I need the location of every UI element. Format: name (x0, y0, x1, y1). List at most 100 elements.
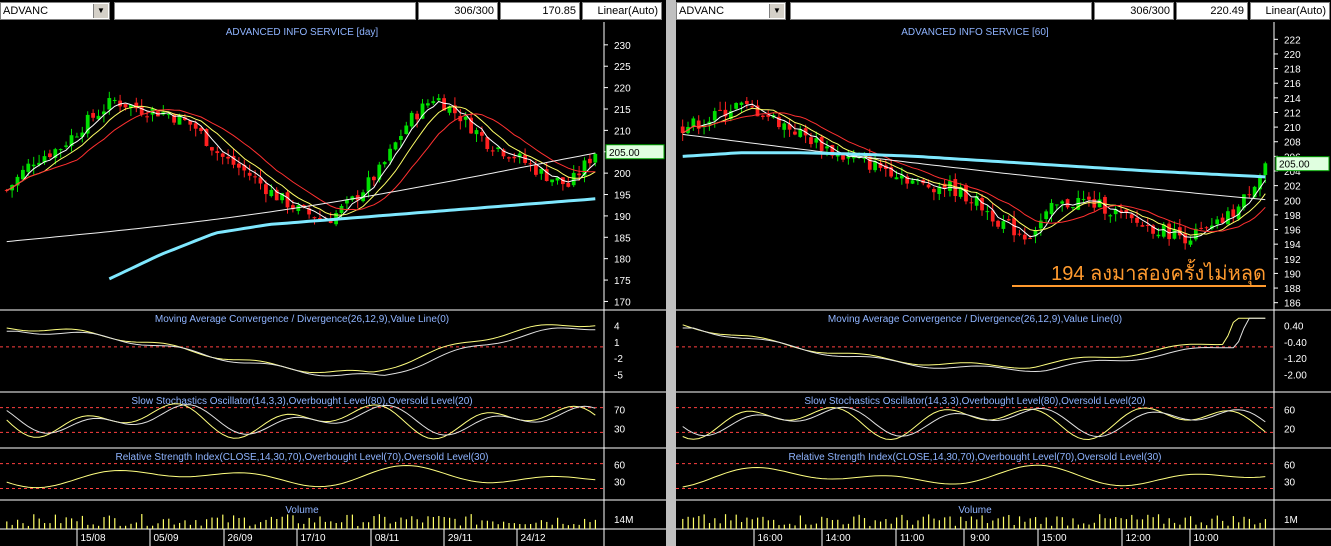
volume-bar (130, 523, 132, 529)
volume-bar (146, 525, 148, 529)
candle-body (431, 101, 436, 104)
volume-bar (1179, 524, 1181, 529)
macd-tick-label: -2 (614, 354, 623, 365)
volume-bar (981, 515, 983, 529)
candle-body (409, 112, 414, 127)
candle-body (980, 197, 984, 211)
right-symbol-select[interactable]: ADVANC ▼ (676, 2, 786, 20)
candle-body (1231, 209, 1236, 217)
left-chart-panel: ADVANC ▼ 306/300 170.85 Linear(Auto) ADVA… (0, 0, 666, 546)
candle-body (577, 173, 581, 176)
left-symbol-select[interactable]: ADVANC ▼ (0, 2, 110, 20)
volume-bar (303, 523, 305, 529)
candle-body (415, 113, 419, 120)
volume-bar (1189, 516, 1192, 529)
volume-bar (1216, 515, 1218, 529)
candle-body (31, 164, 36, 167)
candle-body (1204, 227, 1209, 229)
volume-bar (508, 522, 510, 529)
price-tick-label: 210 (614, 126, 631, 137)
volume-bar (1072, 518, 1074, 529)
volume-bar (260, 522, 262, 529)
volume-bar (486, 520, 488, 529)
price-tick-label: 215 (614, 105, 631, 116)
candle-body (426, 103, 430, 106)
volume-bar (1141, 519, 1144, 529)
candle-body (247, 172, 252, 176)
volume-bar (944, 517, 946, 529)
date-tick-label: 11:00 (900, 533, 925, 544)
candle-body (996, 220, 1000, 227)
volume-bar (1115, 517, 1117, 529)
volume-bar (1227, 525, 1229, 529)
volume-bar (1243, 516, 1245, 529)
candle-body (1022, 234, 1027, 240)
volume-bar (789, 523, 791, 529)
left-scale-button[interactable]: Linear(Auto) (582, 2, 662, 20)
volume-bar (33, 514, 35, 529)
volume-bar (562, 523, 564, 529)
chart-title: ADVANCED INFO SERVICE [day] (226, 27, 379, 38)
macd-tick-label: -1.20 (1284, 354, 1307, 365)
candle-body (1006, 219, 1011, 221)
volume-bar (76, 521, 78, 529)
volume-bar (443, 517, 445, 529)
macd-label: Moving Average Convergence / Divergence(… (155, 314, 449, 325)
volume-bar (476, 524, 478, 529)
candle-body (312, 217, 317, 219)
last-price-label: 205.00 (609, 148, 640, 159)
volume-bar (1093, 522, 1095, 529)
panel-splitter[interactable] (666, 0, 676, 546)
volume-bar (1051, 525, 1053, 529)
candle-body (539, 168, 544, 174)
left-price: 170.85 (500, 2, 580, 20)
volume-bar (1248, 518, 1250, 529)
volume-bar (1136, 519, 1138, 529)
volume-bar (233, 515, 235, 529)
volume-bar (519, 524, 521, 529)
chevron-down-icon[interactable]: ▼ (769, 4, 784, 18)
candle-body (264, 184, 268, 195)
candle-body (388, 148, 392, 161)
candle-body (1108, 215, 1113, 217)
candle-body (490, 150, 495, 152)
volume-bar (917, 520, 919, 529)
candle-body (1188, 240, 1193, 245)
volume-bar (682, 518, 684, 529)
volume-bar (1206, 525, 1208, 529)
candle-body (507, 157, 511, 159)
candle-body (285, 192, 290, 208)
volume-bar (751, 519, 753, 529)
candle-body (841, 155, 845, 160)
volume-bar (757, 517, 759, 529)
candle-body (744, 100, 749, 104)
date-tick-label: 9:00 (970, 533, 990, 544)
volume-bar (1056, 516, 1058, 529)
volume-bar (730, 520, 732, 529)
chevron-down-icon[interactable]: ▼ (93, 4, 108, 18)
volume-bar (92, 524, 94, 529)
volume-bar (114, 518, 116, 529)
candle-body (588, 158, 592, 164)
candle-body (926, 184, 931, 188)
candle-body (712, 111, 717, 121)
candle-body (793, 131, 797, 135)
volume-bar (270, 516, 272, 529)
volume-bar (481, 520, 483, 529)
volume-bar (1259, 522, 1261, 529)
volume-bar (735, 514, 737, 529)
candle-body (782, 123, 787, 130)
volume-bar (222, 514, 224, 529)
right-scale-button[interactable]: Linear(Auto) (1250, 2, 1330, 20)
price-tick-label: 180 (614, 255, 631, 266)
volume-bar (1264, 519, 1267, 529)
candle-body (1097, 199, 1102, 208)
stoch-label: Slow Stochastics Oscillator(14,3,3),Over… (804, 396, 1145, 407)
volume-bar (438, 515, 440, 529)
volume-bar (853, 516, 855, 529)
candle-body (75, 136, 79, 138)
macd-tick-label: 4 (614, 321, 620, 332)
candle-body (969, 202, 974, 204)
volume-bar (1125, 519, 1128, 529)
volume-bar (687, 516, 689, 529)
